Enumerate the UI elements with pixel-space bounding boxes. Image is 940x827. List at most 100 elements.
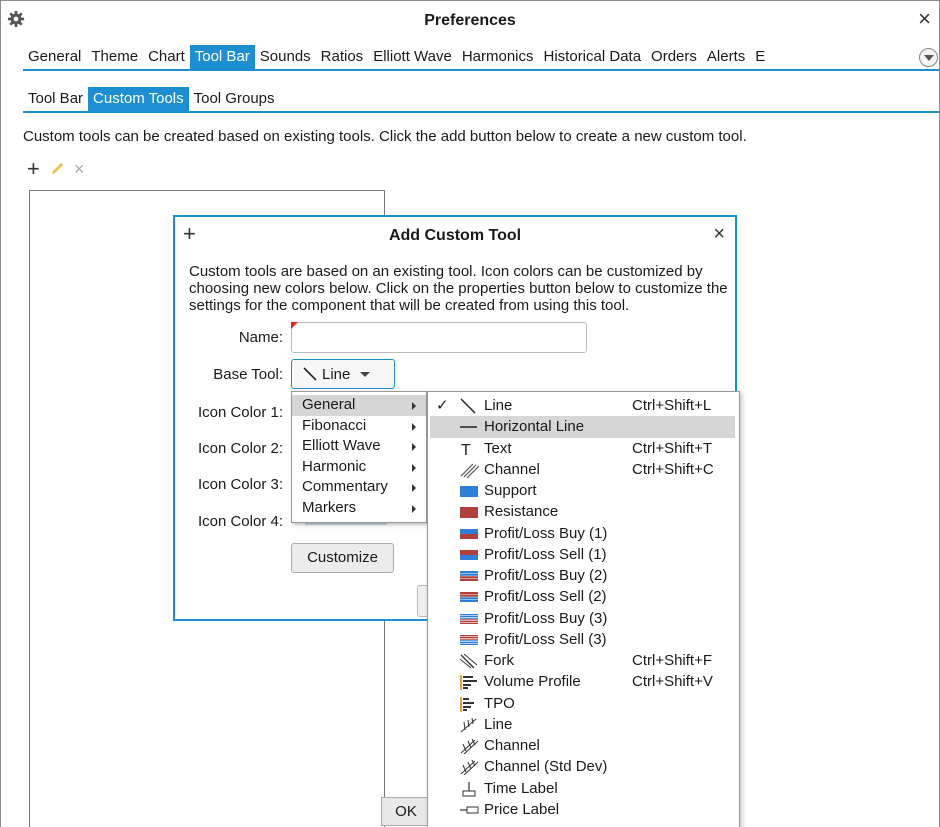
tool-item-fork[interactable]: Fork Ctrl+Shift+F: [428, 650, 739, 671]
chevron-right-icon: [412, 463, 416, 472]
menu-item-general[interactable]: General: [292, 395, 426, 416]
tool-item-shortcut: Ctrl+Shift+L: [632, 397, 712, 414]
tool-item-profit-loss-buy-1[interactable]: Profit/Loss Buy (1): [428, 523, 739, 544]
tab-ratios[interactable]: Ratios: [316, 45, 369, 69]
base-tool-dropdown[interactable]: Line: [291, 359, 395, 389]
subtab-tool-groups[interactable]: Tool Groups: [189, 87, 280, 111]
tool-item-label: Profit/Loss Sell (2): [484, 588, 607, 606]
svg-text:T: T: [461, 442, 471, 457]
menu-item-fibonacci[interactable]: Fibonacci: [292, 416, 426, 437]
tool-item-line[interactable]: Line: [428, 714, 739, 735]
menu-item-label: Fibonacci: [302, 416, 367, 434]
menu-item-label: Harmonic: [302, 457, 367, 475]
support-icon: [460, 486, 478, 497]
tool-item-label: Text: [484, 439, 512, 457]
tool-item-profit-loss-sell-3[interactable]: Profit/Loss Sell (3): [428, 629, 739, 650]
tool-item-label: Fork: [484, 652, 514, 669]
dialog-description: Custom tools are based on an existing to…: [189, 263, 728, 314]
toolbar-subtabs: Tool Bar Custom Tools Tool Groups: [23, 87, 280, 111]
gann-line-icon: [460, 717, 477, 733]
check-icon: ✓: [436, 397, 449, 414]
menu-item-label: Markers: [302, 498, 357, 516]
profit-loss-sell-2-icon: [460, 592, 478, 603]
line-icon: [303, 367, 317, 381]
tool-item-channel-std-dev[interactable]: Channel (Std Dev): [428, 756, 739, 777]
tpo-icon: [460, 696, 474, 712]
tab-elliott-wave[interactable]: Elliott Wave: [368, 45, 457, 69]
tool-item-support[interactable]: Support: [428, 480, 739, 501]
tool-item-label: TPO: [484, 694, 515, 712]
tab-harmonics[interactable]: Harmonics: [457, 45, 539, 69]
tool-item-shortcut: Ctrl+Shift+C: [632, 460, 714, 478]
chevron-down-icon: [360, 371, 371, 377]
menu-item-elliott-wave[interactable]: Elliott Wave: [292, 436, 426, 457]
tool-item-label: Channel (Std Dev): [484, 758, 608, 776]
tool-item-horizontal-line[interactable]: Horizontal Line: [430, 416, 735, 438]
dialog-title: Add Custom Tool: [388, 227, 522, 244]
tool-item-tpo[interactable]: TPO: [428, 693, 739, 714]
tool-item-text[interactable]: T Text Ctrl+Shift+T: [428, 438, 739, 459]
subtab-tool-bar[interactable]: Tool Bar: [23, 87, 88, 111]
tool-item-resistance[interactable]: Resistance: [428, 501, 739, 522]
menu-item-label: General: [302, 396, 356, 413]
tabs-scroll-button[interactable]: [919, 48, 938, 67]
tool-item-label: Profit/Loss Sell (3): [484, 630, 607, 648]
text-icon: T: [461, 442, 471, 457]
menu-item-markers[interactable]: Markers: [292, 498, 426, 519]
icon-color-2-label: Icon Color 2:: [197, 440, 283, 457]
tab-sounds[interactable]: Sounds: [255, 45, 316, 69]
tool-item-line[interactable]: ✓ Line Ctrl+Shift+L: [428, 395, 739, 416]
customize-button[interactable]: Customize: [291, 543, 394, 573]
tool-item-price-label[interactable]: Price Label: [428, 799, 739, 820]
menu-item-harmonic[interactable]: Harmonic: [292, 457, 426, 478]
custom-tools-toolbar: + ×: [27, 158, 85, 180]
tool-item-time-label[interactable]: Time Label: [428, 778, 739, 799]
resistance-icon: [460, 507, 478, 519]
channel-icon: [460, 463, 480, 478]
tool-item-channel[interactable]: Channel Ctrl+Shift+C: [428, 459, 739, 480]
subtab-custom-tools[interactable]: Custom Tools: [88, 87, 189, 111]
name-field[interactable]: [291, 322, 587, 353]
tool-item-shortcut: Ctrl+Shift+F: [632, 652, 713, 669]
tab-theme[interactable]: Theme: [86, 45, 143, 69]
tab-e[interactable]: E: [750, 45, 770, 69]
icon-color-3-label: Icon Color 3:: [197, 476, 283, 493]
ok-button[interactable]: OK: [381, 797, 431, 826]
tool-item-channel[interactable]: Channel: [428, 735, 739, 756]
add-icon[interactable]: +: [27, 158, 40, 180]
tab-general[interactable]: General: [23, 45, 86, 69]
menu-item-label: Commentary: [302, 478, 388, 495]
profit-loss-sell-1-icon: [460, 549, 478, 560]
tool-item-label: Support: [484, 482, 537, 499]
base-tool-value: Line: [322, 365, 351, 383]
tool-item-profit-loss-sell-1[interactable]: Profit/Loss Sell (1): [428, 544, 739, 565]
window-title: Preferences: [424, 12, 516, 29]
tool-item-shortcut: Ctrl+Shift+T: [632, 439, 713, 457]
tool-item-label: Time Label: [484, 779, 558, 797]
name-label: Name:: [238, 329, 283, 346]
chevron-right-icon: [412, 504, 416, 513]
menu-item-label: Elliott Wave: [302, 437, 381, 454]
tab-historical-data[interactable]: Historical Data: [539, 45, 647, 69]
tab-tool-bar[interactable]: Tool Bar: [189, 45, 255, 69]
volume-profile-icon: [460, 675, 477, 691]
fork-icon: [459, 653, 478, 669]
delete-icon[interactable]: ×: [74, 160, 85, 178]
tool-item-profit-loss-buy-3[interactable]: Profit/Loss Buy (3): [428, 608, 739, 629]
tab-orders[interactable]: Orders: [646, 45, 702, 69]
tool-item-profit-loss-buy-2[interactable]: Profit/Loss Buy (2): [428, 565, 739, 586]
price-label-icon: [460, 806, 479, 814]
tool-item-profit-loss-sell-2[interactable]: Profit/Loss Sell (2): [428, 586, 739, 607]
tool-item-volume-profile[interactable]: Volume Profile Ctrl+Shift+V: [428, 671, 739, 692]
profit-loss-buy-2-icon: [460, 571, 478, 581]
tab-alerts[interactable]: Alerts: [702, 45, 750, 69]
tab-chart[interactable]: Chart: [143, 45, 190, 69]
preferences-tabs: General Theme Chart Tool Bar Sounds Ratios Ell…: [23, 45, 770, 69]
chevron-right-icon: [412, 443, 416, 451]
menu-item-commentary[interactable]: Commentary: [292, 477, 426, 498]
dialog-close-icon[interactable]: ×: [713, 223, 725, 246]
profit-loss-buy-3-icon: [460, 613, 478, 624]
tool-item-label: Channel: [484, 460, 540, 478]
close-icon[interactable]: ×: [918, 8, 931, 30]
pencil-icon[interactable]: [50, 162, 64, 176]
